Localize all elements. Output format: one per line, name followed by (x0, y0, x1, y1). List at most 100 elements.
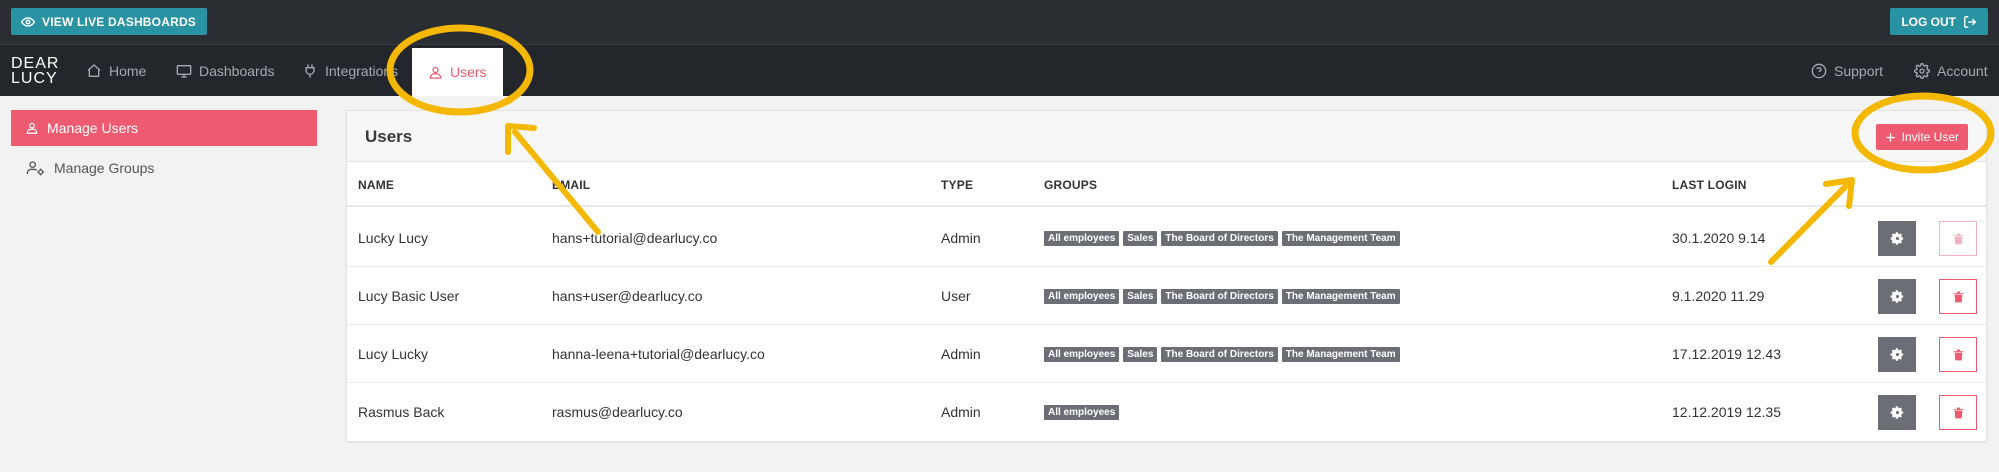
user-groups: All employees (1044, 405, 1120, 420)
last-login: 9.1.2020 11.29 (1672, 288, 1765, 304)
delete-user-button[interactable] (1939, 337, 1977, 372)
table-header: NAME EMAIL TYPE GROUPS LAST LOGIN (347, 162, 1986, 207)
group-tag: Sales (1123, 231, 1158, 246)
nav-item-account-label: Account (1937, 62, 1988, 79)
group-tag: Sales (1123, 347, 1158, 362)
delete-user-button[interactable] (1939, 279, 1977, 314)
logout-icon (1964, 15, 1977, 28)
gear-icon (1890, 406, 1903, 419)
nav-item-account[interactable]: Account (1914, 45, 1988, 96)
edit-user-button[interactable] (1878, 279, 1916, 314)
logo[interactable]: DEAR LUCY (11, 55, 60, 87)
sidebar-item-manage-groups[interactable]: Manage Groups (11, 150, 317, 186)
invite-user-button[interactable]: Invite User (1875, 124, 1968, 150)
page-title: Users (365, 127, 413, 146)
user-groups: All employees Sales The Board of Directo… (1044, 347, 1400, 362)
column-header-email[interactable]: EMAIL (552, 178, 590, 192)
sidebar-item-manage-users[interactable]: Manage Users (11, 110, 317, 146)
logout-label: LOG OUT (1901, 14, 1956, 29)
help-circle-icon (1811, 63, 1827, 78)
user-groups: All employees Sales The Board of Directo… (1044, 231, 1400, 246)
trash-icon (1953, 407, 1963, 418)
trash-icon (1953, 233, 1963, 244)
column-header-groups[interactable]: GROUPS (1044, 178, 1097, 192)
trash-icon (1953, 291, 1963, 302)
user-name: Rasmus Back (358, 404, 445, 420)
table-row: Lucky Lucy hans+tutorial@dearlucy.co Adm… (347, 209, 1986, 267)
invite-user-label: Invite User (1901, 130, 1959, 144)
users-gear-icon (26, 161, 44, 176)
table-row: Rasmus Back rasmus@dearlucy.co Admin All… (347, 383, 1986, 441)
nav-item-support-label: Support (1834, 62, 1884, 79)
user-name: Lucky Lucy (358, 230, 429, 246)
user-icon (26, 122, 38, 134)
nav-item-integrations[interactable]: Integrations (302, 45, 398, 96)
user-type: Admin (941, 230, 981, 246)
edit-user-button[interactable] (1878, 221, 1916, 256)
home-icon (87, 63, 101, 77)
trash-icon (1953, 349, 1963, 360)
main-nav: DEAR LUCY Home Dashboards Integrations U… (0, 44, 1999, 96)
user-email: hans+user@dearlucy.co (552, 288, 703, 304)
group-tag: The Management Team (1281, 289, 1400, 304)
plug-icon (305, 63, 315, 78)
last-login: 17.12.2019 12.43 (1672, 346, 1781, 362)
group-tag: All employees (1044, 289, 1120, 304)
table-row: Lucy Lucky hanna-leena+tutorial@dearlucy… (347, 325, 1986, 383)
user-name: Lucy Basic User (358, 288, 460, 304)
nav-item-dashboards[interactable]: Dashboards (176, 45, 275, 96)
user-email: hanna-leena+tutorial@dearlucy.co (552, 346, 765, 362)
column-header-name[interactable]: NAME (358, 178, 394, 192)
nav-item-users[interactable]: Users (412, 48, 503, 96)
column-header-last-login[interactable]: LAST LOGIN (1672, 178, 1747, 192)
group-tag: All employees (1044, 231, 1120, 246)
nav-item-dashboards-label: Dashboards (199, 62, 275, 79)
last-login: 12.12.2019 12.35 (1672, 404, 1781, 420)
delete-user-button[interactable] (1939, 395, 1977, 430)
nav-item-users-label: Users (450, 64, 487, 80)
nav-item-integrations-label: Integrations (325, 62, 399, 79)
monitor-icon (176, 64, 192, 78)
gear-icon (1890, 348, 1903, 361)
user-name: Lucy Lucky (358, 346, 429, 362)
panel-header: Users Invite User (347, 111, 1986, 162)
eye-icon (21, 16, 35, 27)
delete-user-button[interactable] (1939, 221, 1977, 256)
group-tag: Sales (1123, 289, 1158, 304)
table-row: Lucy Basic User hans+user@dearlucy.co Us… (347, 267, 1986, 325)
edit-user-button[interactable] (1878, 337, 1916, 372)
nav-item-home[interactable]: Home (86, 45, 146, 96)
view-live-dashboards-label: VIEW LIVE DASHBOARDS (42, 14, 197, 29)
sidebar-item-label: Manage Users (47, 120, 139, 136)
plus-icon (1886, 132, 1895, 142)
top-bar: VIEW LIVE DASHBOARDS LOG OUT (0, 0, 1999, 44)
group-tag: All employees (1044, 405, 1120, 420)
user-type: User (941, 288, 971, 304)
gear-icon (1914, 62, 1930, 79)
nav-item-home-label: Home (109, 62, 147, 79)
view-live-dashboards-button[interactable]: VIEW LIVE DASHBOARDS (11, 8, 208, 35)
group-tag: All employees (1044, 347, 1120, 362)
group-tag: The Management Team (1281, 231, 1400, 246)
edit-user-button[interactable] (1878, 395, 1916, 430)
column-header-type[interactable]: TYPE (941, 178, 973, 192)
gear-icon (1890, 290, 1903, 303)
group-tag: The Board of Directors (1161, 289, 1278, 304)
gear-icon (1890, 232, 1903, 245)
logout-button[interactable]: LOG OUT (1890, 8, 1988, 35)
user-type: Admin (941, 404, 981, 420)
nav-item-support[interactable]: Support (1811, 45, 1883, 96)
user-groups: All employees Sales The Board of Directo… (1044, 289, 1400, 304)
sidebar-item-label: Manage Groups (54, 160, 155, 176)
group-tag: The Board of Directors (1161, 347, 1278, 362)
logo-line-1: DEAR (11, 55, 60, 72)
user-email: rasmus@dearlucy.co (552, 404, 683, 420)
user-icon (429, 66, 442, 79)
group-tag: The Management Team (1281, 347, 1400, 362)
user-type: Admin (941, 346, 981, 362)
group-tag: The Board of Directors (1161, 231, 1278, 246)
users-panel: Users Invite User NAME EMAIL TYPE GROUPS… (346, 110, 1987, 442)
last-login: 30.1.2020 9.14 (1672, 230, 1766, 246)
logo-line-2: LUCY (11, 70, 58, 87)
user-email: hans+tutorial@dearlucy.co (552, 230, 718, 246)
